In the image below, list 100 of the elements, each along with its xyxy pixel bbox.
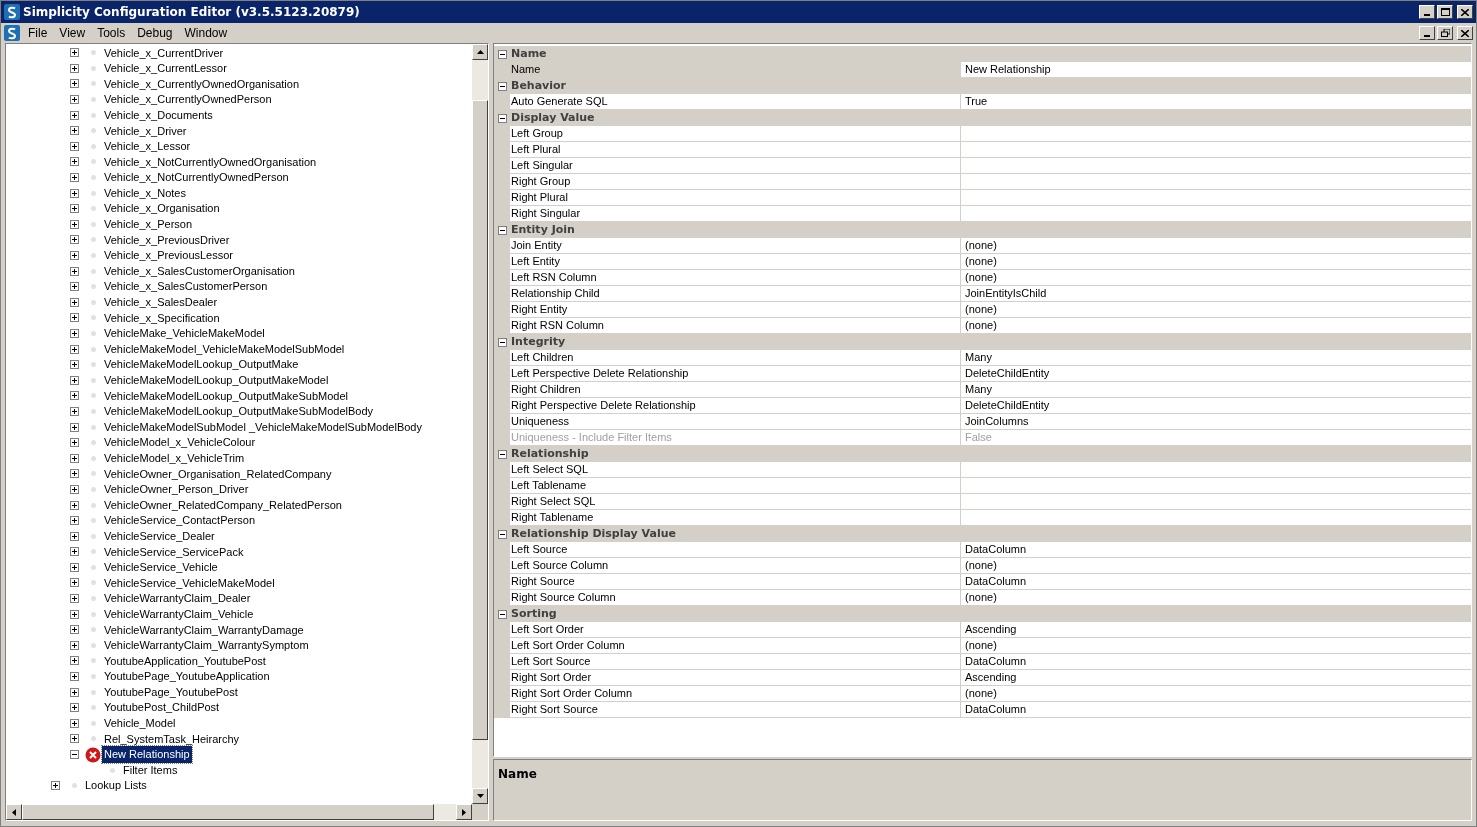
property-name[interactable]: Right Children: [510, 382, 961, 398]
collapse-icon[interactable]: [497, 81, 507, 91]
expand-icon[interactable]: [70, 48, 79, 58]
close-button[interactable]: [1457, 26, 1473, 40]
expand-icon[interactable]: [70, 204, 79, 214]
category-row[interactable]: Relationship: [494, 446, 1471, 462]
expand-icon[interactable]: [70, 95, 79, 105]
category-row[interactable]: Entity Join: [494, 222, 1471, 238]
tree-item[interactable]: Vehicle_x_PreviousLessor: [102, 247, 236, 264]
property-value[interactable]: (none): [961, 238, 1471, 254]
expand-icon[interactable]: [70, 329, 79, 338]
tree-item[interactable]: Vehicle_x_Lessor: [102, 138, 193, 155]
expand-icon[interactable]: [70, 188, 79, 198]
expand-icon[interactable]: [70, 718, 79, 728]
tree-item[interactable]: VehicleOwner_RelatedCompany_RelatedPerson: [102, 496, 344, 514]
property-name[interactable]: Relationship Child: [510, 286, 961, 302]
expand-icon[interactable]: [70, 547, 79, 557]
category-row[interactable]: Behavior: [494, 78, 1471, 94]
property-name[interactable]: Right Sort Source: [510, 702, 961, 718]
expand-icon[interactable]: [70, 63, 79, 73]
expand-icon[interactable]: [70, 438, 79, 448]
tree-item[interactable]: YoutubePage_YoutubeApplication: [102, 668, 272, 685]
tree-item[interactable]: Vehicle_x_NotCurrentlyOwnedPerson: [102, 169, 291, 186]
property-name[interactable]: Left Sort Source: [510, 654, 961, 670]
property-name[interactable]: Auto Generate SQL: [510, 94, 961, 110]
expand-icon[interactable]: [70, 157, 79, 167]
tree-item[interactable]: Vehicle_x_CurrentDriver: [102, 44, 226, 62]
expand-icon[interactable]: [70, 422, 79, 432]
menu-item[interactable]: Window: [178, 24, 234, 42]
property-value[interactable]: (none): [961, 686, 1471, 702]
property-value[interactable]: Ascending: [961, 670, 1471, 686]
property-value[interactable]: DataColumn: [961, 702, 1471, 718]
tree-item[interactable]: Vehicle_Model: [102, 715, 178, 732]
expand-icon[interactable]: [70, 578, 79, 588]
tree-item[interactable]: YoutubePage_YoutubePost: [102, 683, 240, 701]
scrollbar-thumb[interactable]: [472, 100, 488, 740]
property-name[interactable]: Join Entity: [510, 238, 961, 254]
expand-icon[interactable]: [70, 79, 79, 89]
tree-item[interactable]: VehicleMakeModelLookup_OutputMake: [102, 356, 301, 373]
expand-icon[interactable]: [70, 251, 79, 260]
expand-icon[interactable]: [70, 126, 79, 136]
property-name[interactable]: Left Source Column: [510, 558, 961, 574]
property-name[interactable]: Uniqueness: [510, 414, 961, 430]
tree-item[interactable]: VehicleService_ContactPerson: [102, 512, 258, 529]
tree-item[interactable]: Vehicle_x_PreviousDriver: [102, 231, 232, 249]
collapse-icon[interactable]: [497, 449, 507, 459]
tree-item[interactable]: VehicleMakeModelLookup_OutputMakeSubModel: [102, 387, 350, 405]
property-value[interactable]: Many: [961, 350, 1471, 366]
property-value[interactable]: New Relationship: [961, 62, 1471, 78]
expand-icon[interactable]: [70, 516, 79, 526]
tree-item[interactable]: Vehicle_x_Organisation: [102, 200, 222, 217]
tree-item[interactable]: VehicleWarrantyClaim_WarrantySymptom: [102, 637, 311, 654]
property-value[interactable]: Many: [961, 382, 1471, 398]
property-name[interactable]: Left Tablename: [510, 478, 961, 494]
category-row[interactable]: Display Value: [494, 110, 1471, 126]
category-row[interactable]: Relationship Display Value: [494, 526, 1471, 542]
property-value[interactable]: DataColumn: [961, 654, 1471, 670]
property-value[interactable]: JoinEntityIsChild: [961, 286, 1471, 302]
tree-item[interactable]: Rel_SystemTask_Heirarchy: [102, 730, 242, 748]
expand-icon[interactable]: [70, 141, 79, 151]
tree-item[interactable]: Vehicle_x_Documents: [102, 106, 215, 124]
vertical-scrollbar[interactable]: [472, 44, 488, 804]
collapse-icon[interactable]: [497, 49, 507, 59]
expand-icon[interactable]: [70, 703, 79, 713]
tree-item[interactable]: VehicleWarrantyClaim_Dealer: [102, 590, 253, 607]
property-name[interactable]: Right Select SQL: [510, 494, 961, 510]
app-logo-icon[interactable]: [4, 25, 20, 41]
property-value[interactable]: (none): [961, 302, 1471, 318]
property-value[interactable]: DeleteChildEntity: [961, 398, 1471, 414]
expand-icon[interactable]: [70, 360, 79, 370]
tree-item[interactable]: Filter Items: [121, 761, 180, 779]
property-value[interactable]: (none): [961, 318, 1471, 334]
property-name[interactable]: Left Plural: [510, 142, 961, 158]
collapse-icon[interactable]: [497, 337, 507, 347]
tree-item[interactable]: VehicleService_ServicePack: [102, 543, 246, 561]
tree-item[interactable]: VehicleOwner_Person_Driver: [102, 481, 251, 498]
scroll-up-button[interactable]: [472, 44, 488, 60]
tree-item[interactable]: Vehicle_x_SalesCustomerPerson: [102, 278, 270, 295]
tree-item[interactable]: Vehicle_x_Driver: [102, 122, 189, 139]
property-name[interactable]: Right RSN Column: [510, 318, 961, 334]
tree-item[interactable]: VehicleWarrantyClaim_WarrantyDamage: [102, 621, 306, 638]
expand-icon[interactable]: [70, 297, 79, 307]
tree-item[interactable]: Vehicle_x_SalesDealer: [102, 294, 220, 311]
property-name[interactable]: Left Select SQL: [510, 462, 961, 478]
tree-item[interactable]: VehicleOwner_Organisation_RelatedCompany: [102, 465, 334, 483]
expand-icon[interactable]: [70, 640, 79, 650]
collapse-icon[interactable]: [497, 225, 507, 235]
property-value[interactable]: DataColumn: [961, 542, 1471, 558]
menu-item[interactable]: Tools: [91, 24, 132, 42]
property-value[interactable]: (none): [961, 254, 1471, 270]
expand-icon[interactable]: [70, 235, 79, 245]
tree-item[interactable]: VehicleMakeModelSubModel _VehicleMakeModelSubModelBody: [102, 418, 424, 436]
scroll-down-button[interactable]: [472, 788, 488, 804]
tree-item[interactable]: VehicleService_Vehicle: [102, 559, 220, 576]
property-name[interactable]: Left Perspective Delete Relationship: [510, 366, 961, 382]
tree-item[interactable]: VehicleService_VehicleMakeModel: [102, 574, 277, 592]
expand-icon[interactable]: [70, 173, 79, 183]
property-name[interactable]: Left Sort Order: [510, 622, 961, 638]
expand-icon[interactable]: [70, 656, 79, 666]
property-value[interactable]: (none): [961, 638, 1471, 654]
